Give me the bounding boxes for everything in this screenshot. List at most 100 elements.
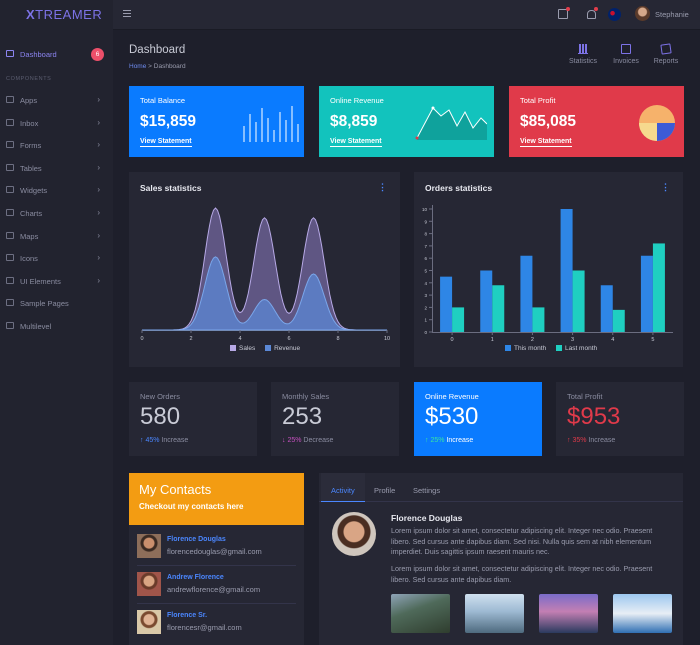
contact-email: florencesr@gmail.com xyxy=(167,623,242,632)
revenue-sparkline xyxy=(415,106,487,140)
widgets-icon xyxy=(6,186,14,194)
chevron-right-icon: › xyxy=(97,95,100,104)
sidebar-item-sample-pages[interactable]: Sample Pages xyxy=(0,292,113,314)
chevron-right-icon: › xyxy=(97,230,100,240)
activity-photo[interactable] xyxy=(465,594,524,633)
bar-last-month xyxy=(492,285,505,332)
tab-bar: Activity Profile Settings xyxy=(319,473,683,502)
legend-swatch xyxy=(265,345,272,351)
view-statement-link[interactable]: View Statement xyxy=(140,138,192,147)
y-tick-label: 0 xyxy=(424,330,427,335)
sidebar-item-ui-elements[interactable]: UI Elements › xyxy=(0,270,113,292)
contact-item[interactable]: Florence Douglas florencedouglas@gmail.c… xyxy=(137,528,296,566)
statistics-button[interactable]: Statistics xyxy=(563,44,603,65)
stat-title: New Orders xyxy=(140,392,181,401)
profit-pie xyxy=(639,105,675,141)
tab-profile[interactable]: Profile xyxy=(364,473,405,502)
reports-button[interactable]: Reports xyxy=(646,43,686,65)
inbox-icon xyxy=(6,118,14,126)
contact-item[interactable]: Florence Sr. florencesr@gmail.com xyxy=(137,604,296,642)
contact-name[interactable]: Florence Sr. xyxy=(167,612,207,619)
orders-chart: 0 1 2 3 4 5 6 7 8 9 10 0 1 2 3 4 5 xyxy=(422,205,673,343)
y-tick-label: 10 xyxy=(422,207,428,212)
dashboard-icon xyxy=(6,50,14,57)
contacts-subtitle: Checkout my contacts here xyxy=(139,502,244,511)
activity-photo[interactable] xyxy=(539,594,598,633)
chevron-right-icon: › xyxy=(97,275,100,285)
stat-change: ↑ 45% Increase xyxy=(140,437,189,444)
stat-value: $953 xyxy=(567,403,621,430)
chevron-right-icon: › xyxy=(97,140,100,150)
sidebar-item-widgets[interactable]: Widgets › xyxy=(0,179,113,201)
contacts-title: My Contacts xyxy=(139,482,212,497)
y-tick-label: 4 xyxy=(424,281,427,286)
y-tick-label: 1 xyxy=(424,318,427,323)
top-bar: XTREAMER Stephanie xyxy=(0,0,700,30)
bell-icon[interactable] xyxy=(586,7,598,19)
chevron-right-icon: › xyxy=(97,208,100,217)
breadcrumb-home-link[interactable]: Home xyxy=(129,63,146,70)
x-tick-label: 1 xyxy=(491,337,494,343)
activity-photo[interactable] xyxy=(613,594,672,633)
stat-change: ↓ 25% Decrease xyxy=(282,437,334,444)
contact-item[interactable]: Andrew Florence andrewflorence@gmail.com xyxy=(137,566,296,604)
stat-title: Online Revenue xyxy=(425,392,479,401)
user-avatar[interactable] xyxy=(635,6,650,21)
x-tick-label: 8 xyxy=(336,336,339,342)
bar-this-month xyxy=(520,255,533,332)
chevron-right-icon: › xyxy=(97,117,100,127)
sidebar-item-multilevel[interactable]: Multilevel xyxy=(0,315,113,337)
sales-statistics-panel: Sales statistics ⋮ 0 2 4 6 8 10 Sales Revenue xyxy=(129,172,400,367)
sidebar-item-forms[interactable]: Forms › xyxy=(0,134,113,156)
balance-sparkbars xyxy=(243,106,299,142)
sidebar-item-label: Charts xyxy=(20,209,43,218)
stat-title: Monthly Sales xyxy=(282,392,330,401)
contact-name[interactable]: Andrew Florence xyxy=(167,574,224,581)
activity-text: Lorem ipsum dolor sit amet, consectetur … xyxy=(391,526,653,557)
tab-activity[interactable]: Activity xyxy=(321,473,365,502)
profile-name: Florence Douglas xyxy=(391,513,463,523)
view-statement-link[interactable]: View Statement xyxy=(330,138,382,147)
bar-last-month xyxy=(532,307,545,332)
bar-this-month xyxy=(440,276,453,332)
sidebar-item-tables[interactable]: Tables › xyxy=(0,157,113,179)
language-flag-icon[interactable] xyxy=(608,8,621,21)
user-name[interactable]: Stephanie xyxy=(655,10,689,19)
orders-legend: This month Last month xyxy=(497,345,597,352)
sidebar-item-icons[interactable]: Icons › xyxy=(0,247,113,269)
menu-toggle-icon[interactable] xyxy=(123,10,131,17)
activity-text: Lorem ipsum dolor sit amet, consectetur … xyxy=(391,564,653,584)
activity-photo[interactable] xyxy=(391,594,450,633)
bar-this-month xyxy=(480,270,493,332)
reports-icon xyxy=(660,43,672,55)
app-logo[interactable]: XTREAMER xyxy=(0,0,113,30)
sidebar-item-apps[interactable]: Apps › xyxy=(0,89,113,111)
sidebar-item-label: Inbox xyxy=(20,118,39,128)
sales-chart: 0 2 4 6 8 10 xyxy=(140,207,390,342)
map-pin-icon xyxy=(6,231,14,239)
sidebar-section-label: COMPONENTS xyxy=(6,76,52,82)
invoice-icon xyxy=(621,44,631,54)
legend-swatch xyxy=(505,345,511,351)
x-tick-label: 0 xyxy=(451,337,454,343)
x-tick-label: 5 xyxy=(651,337,654,343)
tab-settings[interactable]: Settings xyxy=(403,473,450,502)
sidebar-item-charts[interactable]: Charts › xyxy=(0,202,113,224)
contact-name[interactable]: Florence Douglas xyxy=(167,536,226,543)
bar-this-month xyxy=(560,209,573,332)
contacts-list: Florence Douglas florencedouglas@gmail.c… xyxy=(129,525,304,645)
online-revenue-card: Online Revenue $8,859 View Statement xyxy=(319,86,494,157)
invoices-button[interactable]: Invoices xyxy=(606,44,646,65)
stat-change: ↑ 35% Increase xyxy=(567,437,616,444)
y-tick-label: 8 xyxy=(424,232,427,237)
breadcrumb-current: Dashboard xyxy=(153,63,186,70)
y-tick-label: 9 xyxy=(424,219,427,224)
mail-icon[interactable] xyxy=(558,7,570,19)
view-statement-link[interactable]: View Statement xyxy=(520,138,572,147)
stat-value: $530 xyxy=(425,403,479,430)
sidebar-item-label: Apps xyxy=(20,96,38,105)
total-profit-stat: Total Profit $953 ↑ 35% Increase xyxy=(556,382,684,456)
sidebar-item-maps[interactable]: Maps › xyxy=(0,225,113,247)
sidebar-item-inbox[interactable]: Inbox › xyxy=(0,112,113,134)
sales-legend: Sales Revenue xyxy=(222,345,300,352)
